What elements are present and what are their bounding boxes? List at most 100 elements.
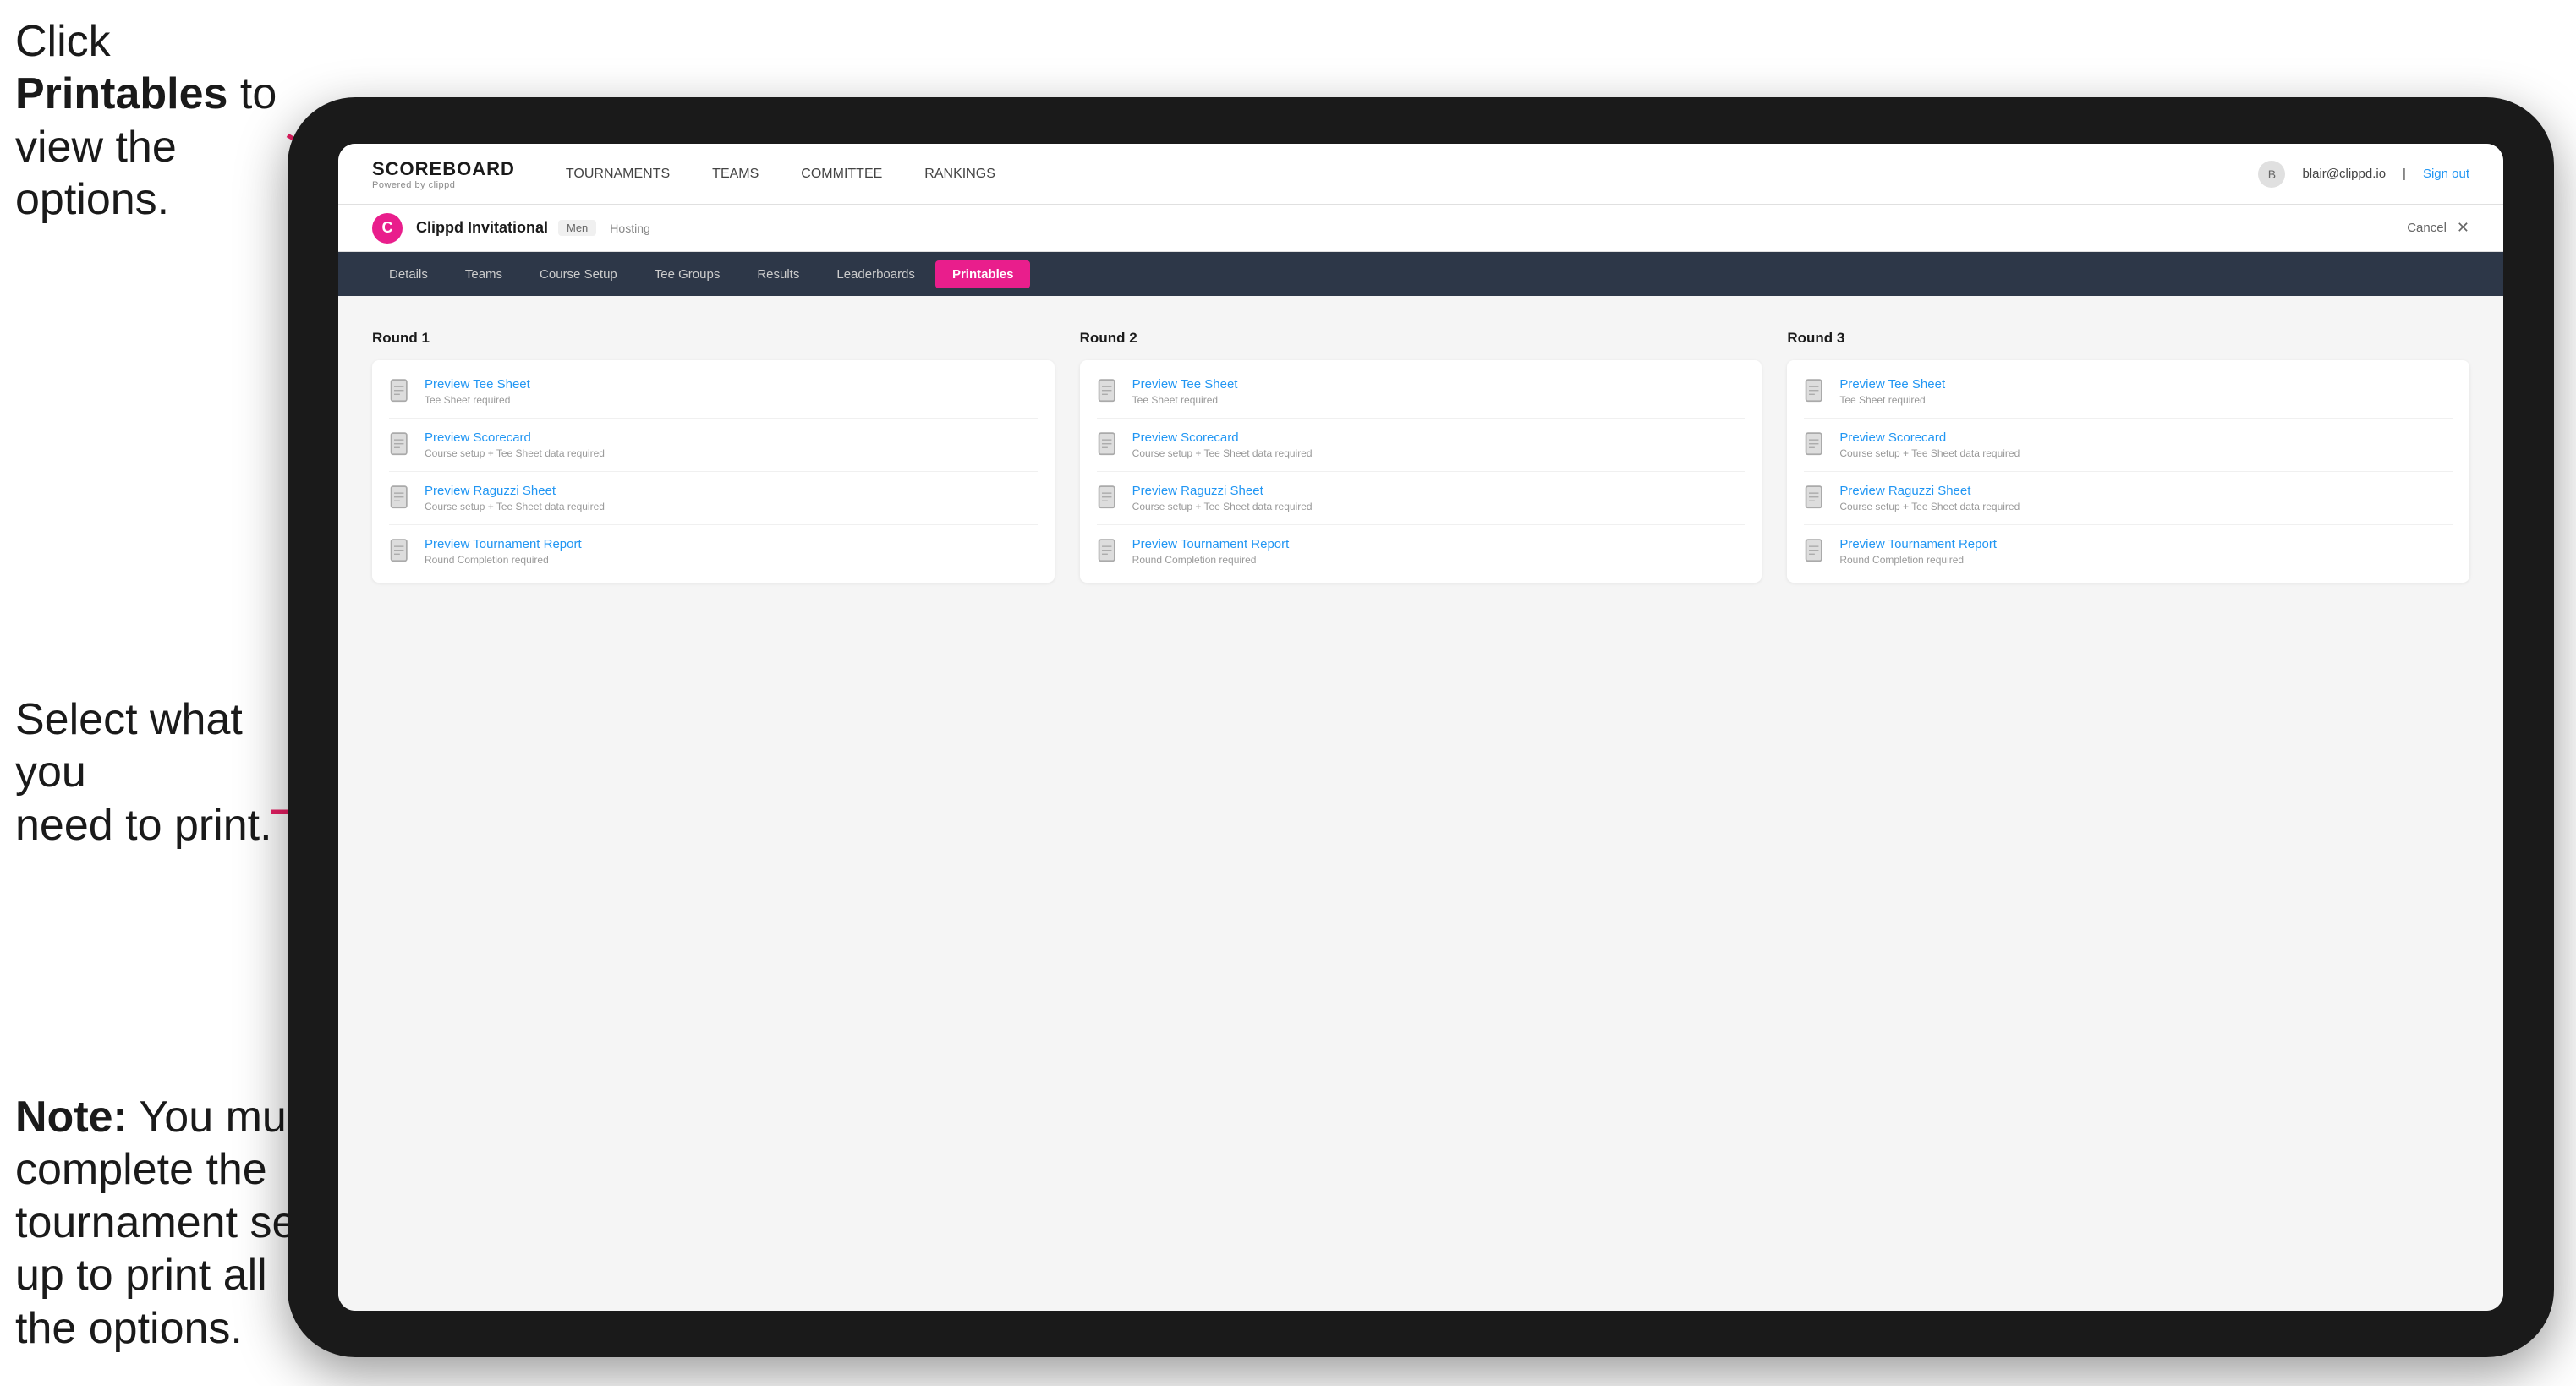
document-icon-6 xyxy=(1097,432,1121,459)
round-1-raguzzi-title[interactable]: Preview Raguzzi Sheet xyxy=(425,484,605,498)
logo-main: SCOREBOARD xyxy=(372,158,515,180)
logo-sub: Powered by clippd xyxy=(372,180,515,190)
round-1-tee-sheet-subtitle: Tee Sheet required xyxy=(425,394,530,406)
document-icon-7 xyxy=(1097,485,1121,512)
cancel-link[interactable]: Cancel xyxy=(2407,221,2447,235)
round-3-tee-sheet[interactable]: Preview Tee Sheet Tee Sheet required xyxy=(1804,377,2453,419)
round-3-title: Round 3 xyxy=(1787,330,2469,347)
round-1-scorecard-title[interactable]: Preview Scorecard xyxy=(425,430,605,445)
content-area: Round 1 Preview Tee Sheet Tee S xyxy=(338,296,2503,1311)
round-1-scorecard-subtitle: Course setup + Tee Sheet data required xyxy=(425,447,605,459)
user-email: blair@clippd.io xyxy=(2302,167,2386,181)
document-icon-9 xyxy=(1804,379,1828,406)
document-icon-8 xyxy=(1097,539,1121,566)
annotation-middle-text: Select what youneed to print. xyxy=(15,695,272,850)
round-2-tournament-report[interactable]: Preview Tournament Report Round Completi… xyxy=(1097,525,1746,566)
round-2-card: Preview Tee Sheet Tee Sheet required xyxy=(1080,360,1762,583)
close-icon[interactable]: ✕ xyxy=(2457,219,2469,237)
document-icon-2 xyxy=(389,432,413,459)
round-2-tee-sheet-subtitle: Tee Sheet required xyxy=(1132,394,1238,406)
tournament-logo: C xyxy=(372,213,403,244)
annotation-top-text: Click Printables toview the options. xyxy=(15,17,277,224)
round-2-raguzzi-subtitle: Course setup + Tee Sheet data required xyxy=(1132,501,1313,512)
round-1-scorecard[interactable]: Preview Scorecard Course setup + Tee She… xyxy=(389,419,1038,472)
round-2-raguzzi[interactable]: Preview Raguzzi Sheet Course setup + Tee… xyxy=(1097,472,1746,525)
round-3-scorecard[interactable]: Preview Scorecard Course setup + Tee She… xyxy=(1804,419,2453,472)
round-3-report-title[interactable]: Preview Tournament Report xyxy=(1839,537,1997,551)
round-2-scorecard[interactable]: Preview Scorecard Course setup + Tee She… xyxy=(1097,419,1746,472)
round-3-scorecard-subtitle: Course setup + Tee Sheet data required xyxy=(1839,447,2020,459)
round-3-tee-sheet-title[interactable]: Preview Tee Sheet xyxy=(1839,377,1945,392)
round-2-report-title[interactable]: Preview Tournament Report xyxy=(1132,537,1290,551)
round-1-raguzzi-text: Preview Raguzzi Sheet Course setup + Tee… xyxy=(425,484,605,512)
document-icon-4 xyxy=(389,539,413,566)
nav-teams[interactable]: TEAMS xyxy=(712,163,759,185)
round-1-tee-sheet-title[interactable]: Preview Tee Sheet xyxy=(425,377,530,392)
scoreboard-logo: SCOREBOARD Powered by clippd xyxy=(372,158,515,190)
document-icon xyxy=(389,379,413,406)
document-icon-12 xyxy=(1804,539,1828,566)
round-3-tee-sheet-text: Preview Tee Sheet Tee Sheet required xyxy=(1839,377,1945,406)
round-2-raguzzi-title[interactable]: Preview Raguzzi Sheet xyxy=(1132,484,1313,498)
round-1-raguzzi-subtitle: Course setup + Tee Sheet data required xyxy=(425,501,605,512)
round-3-raguzzi-subtitle: Course setup + Tee Sheet data required xyxy=(1839,501,2020,512)
tournament-status: Hosting xyxy=(610,222,649,235)
round-2-scorecard-text: Preview Scorecard Course setup + Tee She… xyxy=(1132,430,1313,459)
annotation-middle: Select what youneed to print. xyxy=(15,693,286,852)
round-2-raguzzi-text: Preview Raguzzi Sheet Course setup + Tee… xyxy=(1132,484,1313,512)
round-2-tee-sheet[interactable]: Preview Tee Sheet Tee Sheet required xyxy=(1097,377,1746,419)
tournament-header: C Clippd Invitational Men Hosting Cancel… xyxy=(338,205,2503,252)
tab-printables[interactable]: Printables xyxy=(935,260,1031,288)
user-avatar: B xyxy=(2258,161,2285,188)
nav-tournaments[interactable]: TOURNAMENTS xyxy=(566,163,670,185)
nav-rankings[interactable]: RANKINGS xyxy=(924,163,995,185)
round-3-raguzzi[interactable]: Preview Raguzzi Sheet Course setup + Tee… xyxy=(1804,472,2453,525)
annotation-bottom-text: Note: You must complete the tournament s… xyxy=(15,1093,323,1353)
tablet-device: SCOREBOARD Powered by clippd TOURNAMENTS… xyxy=(288,97,2554,1357)
round-1-raguzzi[interactable]: Preview Raguzzi Sheet Course setup + Tee… xyxy=(389,472,1038,525)
round-3-column: Round 3 Preview Tee Sheet Tee S xyxy=(1787,330,2469,583)
tab-leaderboards[interactable]: Leaderboards xyxy=(819,260,932,288)
round-3-raguzzi-title[interactable]: Preview Raguzzi Sheet xyxy=(1839,484,2020,498)
top-nav-links: TOURNAMENTS TEAMS COMMITTEE RANKINGS xyxy=(566,163,2259,185)
round-1-report-title[interactable]: Preview Tournament Report xyxy=(425,537,582,551)
tournament-header-right: Cancel ✕ xyxy=(2407,219,2469,237)
round-1-title: Round 1 xyxy=(372,330,1055,347)
round-1-tournament-report[interactable]: Preview Tournament Report Round Completi… xyxy=(389,525,1038,566)
round-1-tee-sheet[interactable]: Preview Tee Sheet Tee Sheet required xyxy=(389,377,1038,419)
separator: | xyxy=(2403,167,2406,181)
round-2-scorecard-subtitle: Course setup + Tee Sheet data required xyxy=(1132,447,1313,459)
round-3-tournament-report[interactable]: Preview Tournament Report Round Completi… xyxy=(1804,525,2453,566)
round-1-tee-sheet-text: Preview Tee Sheet Tee Sheet required xyxy=(425,377,530,406)
top-nav: SCOREBOARD Powered by clippd TOURNAMENTS… xyxy=(338,144,2503,205)
tournament-badge: Men xyxy=(558,220,596,236)
document-icon-3 xyxy=(389,485,413,512)
round-2-report-subtitle: Round Completion required xyxy=(1132,554,1290,566)
document-icon-11 xyxy=(1804,485,1828,512)
tab-results[interactable]: Results xyxy=(740,260,816,288)
round-1-report-text: Preview Tournament Report Round Completi… xyxy=(425,537,582,566)
round-1-card: Preview Tee Sheet Tee Sheet required xyxy=(372,360,1055,583)
round-1-report-subtitle: Round Completion required xyxy=(425,554,582,566)
tournament-title: Clippd Invitational xyxy=(416,219,548,237)
sub-nav: Details Teams Course Setup Tee Groups Re… xyxy=(338,252,2503,296)
tab-details[interactable]: Details xyxy=(372,260,445,288)
round-2-scorecard-title[interactable]: Preview Scorecard xyxy=(1132,430,1313,445)
round-2-report-text: Preview Tournament Report Round Completi… xyxy=(1132,537,1290,566)
sign-out-link[interactable]: Sign out xyxy=(2423,167,2469,181)
tab-tee-groups[interactable]: Tee Groups xyxy=(638,260,737,288)
round-2-column: Round 2 Preview Tee Sheet Tee S xyxy=(1080,330,1762,583)
document-icon-10 xyxy=(1804,432,1828,459)
tab-teams[interactable]: Teams xyxy=(448,260,519,288)
round-2-tee-sheet-title[interactable]: Preview Tee Sheet xyxy=(1132,377,1238,392)
top-nav-right: B blair@clippd.io | Sign out xyxy=(2258,161,2469,188)
round-3-report-text: Preview Tournament Report Round Completi… xyxy=(1839,537,1997,566)
tab-course-setup[interactable]: Course Setup xyxy=(523,260,634,288)
round-2-tee-sheet-text: Preview Tee Sheet Tee Sheet required xyxy=(1132,377,1238,406)
nav-committee[interactable]: COMMITTEE xyxy=(801,163,882,185)
round-3-scorecard-title[interactable]: Preview Scorecard xyxy=(1839,430,2020,445)
document-icon-5 xyxy=(1097,379,1121,406)
round-1-scorecard-text: Preview Scorecard Course setup + Tee She… xyxy=(425,430,605,459)
tablet-screen: SCOREBOARD Powered by clippd TOURNAMENTS… xyxy=(338,144,2503,1311)
round-3-scorecard-text: Preview Scorecard Course setup + Tee She… xyxy=(1839,430,2020,459)
